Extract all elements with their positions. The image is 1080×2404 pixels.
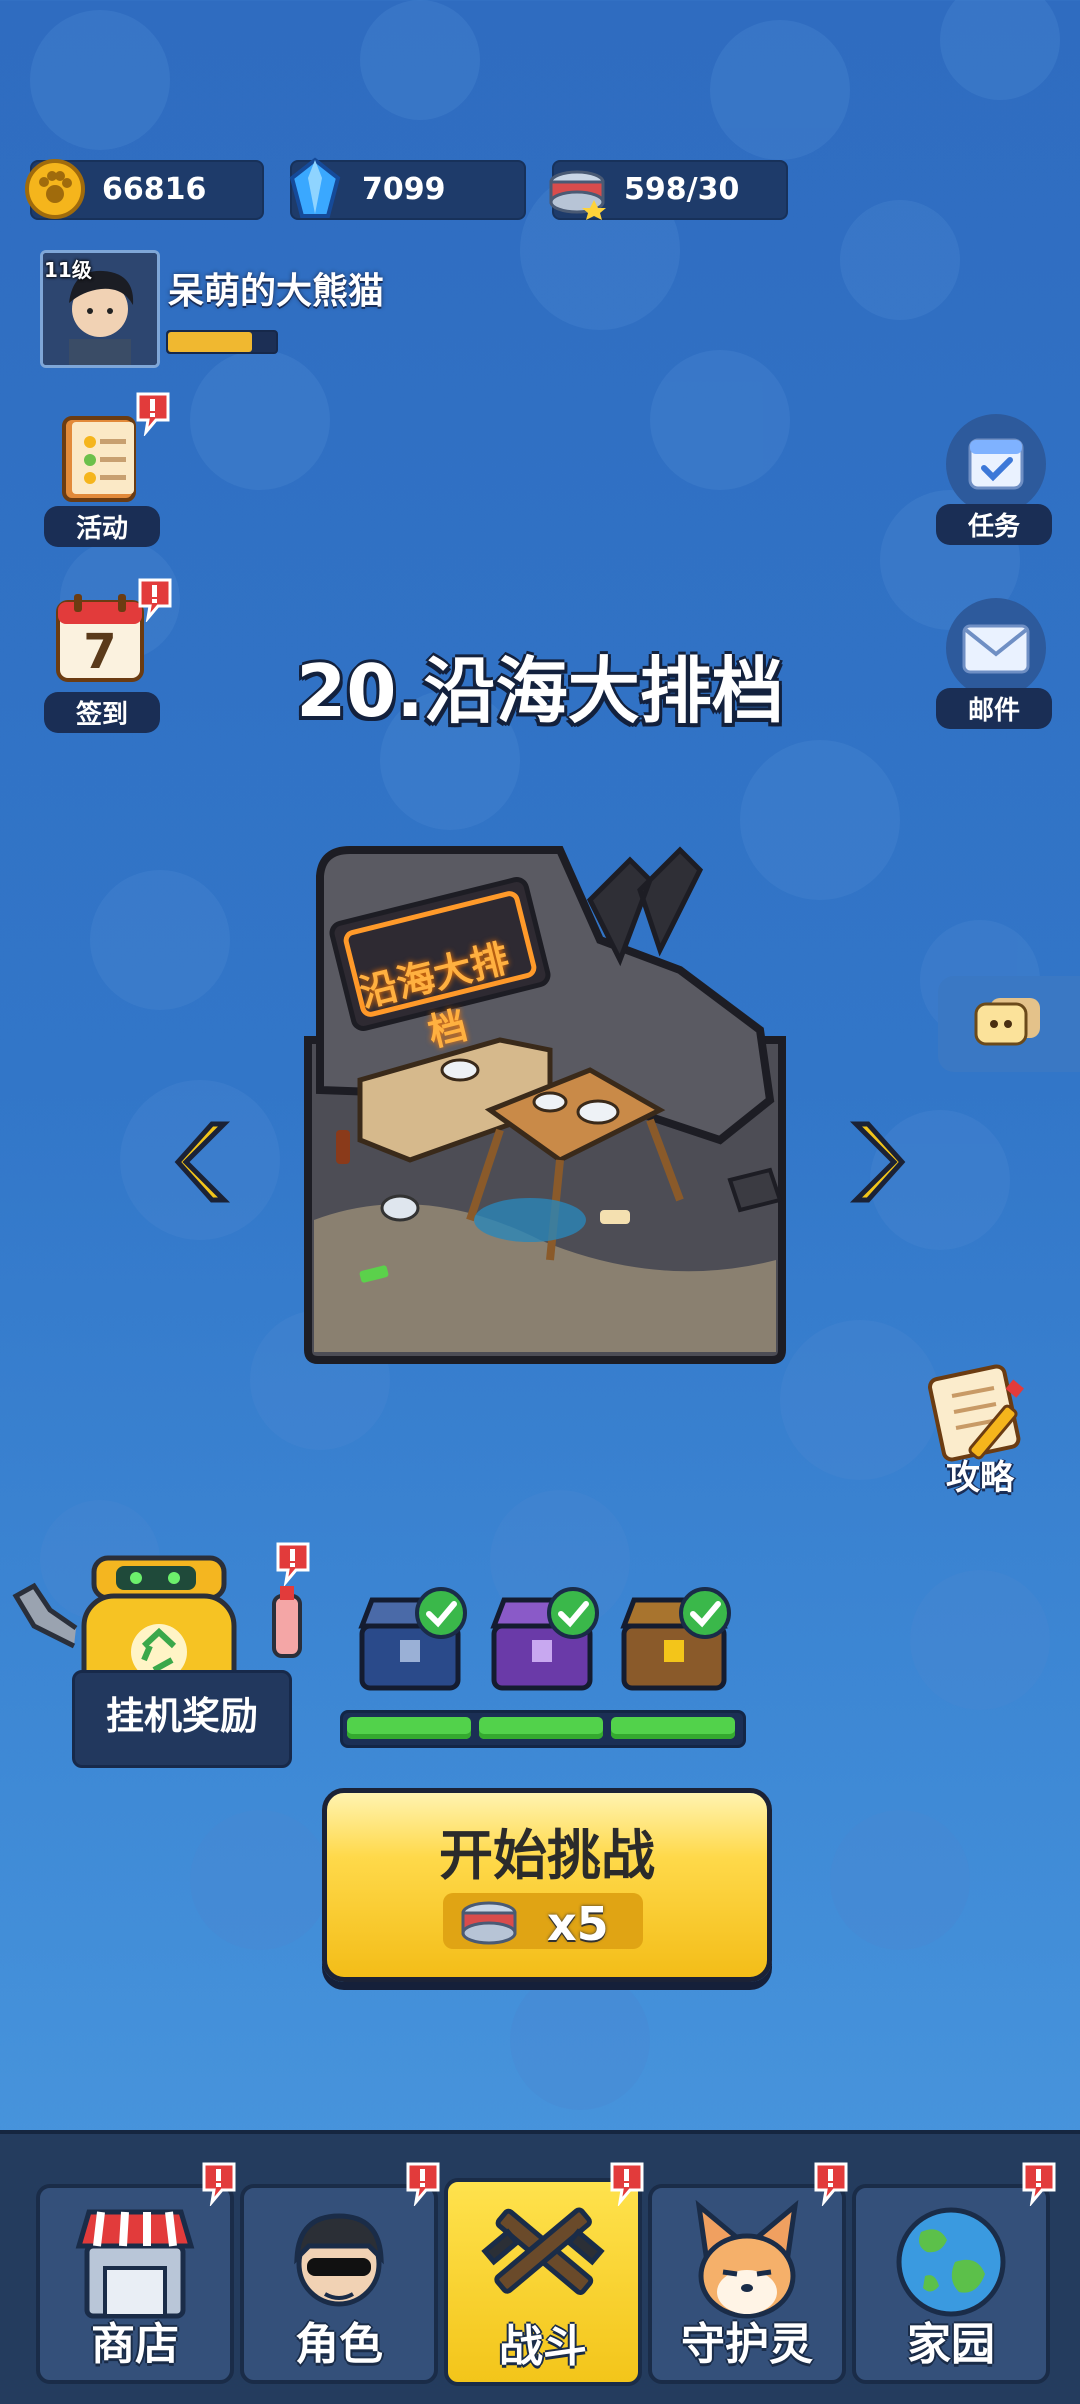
afk-alert-badge	[276, 1542, 310, 1586]
tab-character[interactable]: 角色	[240, 2184, 438, 2384]
guardian-alert-badge	[814, 2162, 848, 2206]
gem-counter[interactable]: 7099	[289, 157, 526, 220]
notepad-pencil-icon	[928, 1364, 1024, 1462]
paw-coin-icon	[25, 159, 85, 219]
coin-value: 66816	[102, 172, 207, 207]
energy-counter[interactable]: 598/30	[549, 160, 788, 220]
shop-alert-badge	[202, 2162, 236, 2206]
player-name: 呆萌的大熊猫	[168, 271, 385, 312]
start-cost-value: x5	[547, 1897, 609, 1951]
tab-home-label: 家园	[907, 2319, 995, 2370]
tab-guardian[interactable]: 守护灵	[648, 2184, 846, 2384]
start-challenge-label: 开始挑战	[439, 1824, 655, 1887]
chest-progress-segment	[347, 1717, 471, 1739]
tasks-label: 任务	[936, 504, 1052, 545]
energy-value: 598/30	[624, 172, 740, 207]
guide-button[interactable]: 攻略	[912, 1362, 1052, 1502]
activity-label: 活动	[44, 506, 160, 547]
start-challenge-button[interactable]: 开始挑战 x5	[322, 1788, 772, 1982]
stage-illustration[interactable]: 沿海大排档	[300, 840, 790, 1366]
chat-bubble-icon	[974, 998, 1040, 1046]
next-stage-arrow-icon[interactable]	[846, 1118, 908, 1206]
activity-alert-badge	[136, 392, 170, 436]
chest-blue[interactable]	[352, 1586, 468, 1696]
battle-icon	[481, 2207, 605, 2295]
afk-reward-robot[interactable]: 挂机奖励	[4, 1536, 304, 1768]
claimed-check-icon	[679, 1587, 731, 1639]
stage-title: 20.沿海大排档	[296, 649, 784, 733]
chest-gold[interactable]	[614, 1586, 734, 1696]
tab-character-label: 角色	[295, 2319, 383, 2370]
gem-icon	[289, 157, 341, 218]
coin-counter[interactable]: 66816	[25, 159, 264, 220]
tab-shop[interactable]: 商店	[36, 2184, 234, 2384]
chest-progress-segment	[479, 1717, 603, 1739]
chest-progress-bar	[340, 1710, 746, 1748]
checkin-alert-badge	[138, 578, 172, 622]
chest-progress-segment	[611, 1717, 735, 1739]
tab-guardian-label: 守护灵	[681, 2319, 813, 2370]
tasks-button[interactable]: 任务	[936, 412, 1056, 548]
can-energy-icon	[549, 170, 606, 220]
chat-button[interactable]	[938, 976, 1080, 1072]
tab-shop-label: 商店	[91, 2319, 179, 2370]
home-alert-badge	[1022, 2162, 1056, 2206]
gem-value: 7099	[362, 172, 446, 207]
start-cost: x5	[443, 1893, 643, 1951]
chest-purple[interactable]	[484, 1586, 600, 1696]
afk-reward-label: 挂机奖励	[72, 1670, 292, 1768]
player-level: 11级	[44, 258, 92, 282]
character-alert-badge	[406, 2162, 440, 2206]
tab-battle[interactable]: 战斗	[444, 2178, 642, 2386]
claimed-check-icon	[415, 1587, 467, 1639]
guide-label: 攻略	[946, 1458, 1014, 1498]
prev-stage-arrow-icon[interactable]	[172, 1118, 234, 1206]
tab-home[interactable]: 家园	[852, 2184, 1050, 2384]
claimed-check-icon	[547, 1587, 599, 1639]
calendar-check-icon	[968, 438, 1024, 490]
tab-battle-label: 战斗	[499, 2321, 587, 2372]
xp-bar	[166, 330, 278, 354]
stage-scene	[304, 846, 786, 1364]
battle-alert-badge	[610, 2162, 644, 2206]
can-energy-icon	[461, 1901, 517, 1945]
xp-bar-fill	[168, 332, 253, 352]
